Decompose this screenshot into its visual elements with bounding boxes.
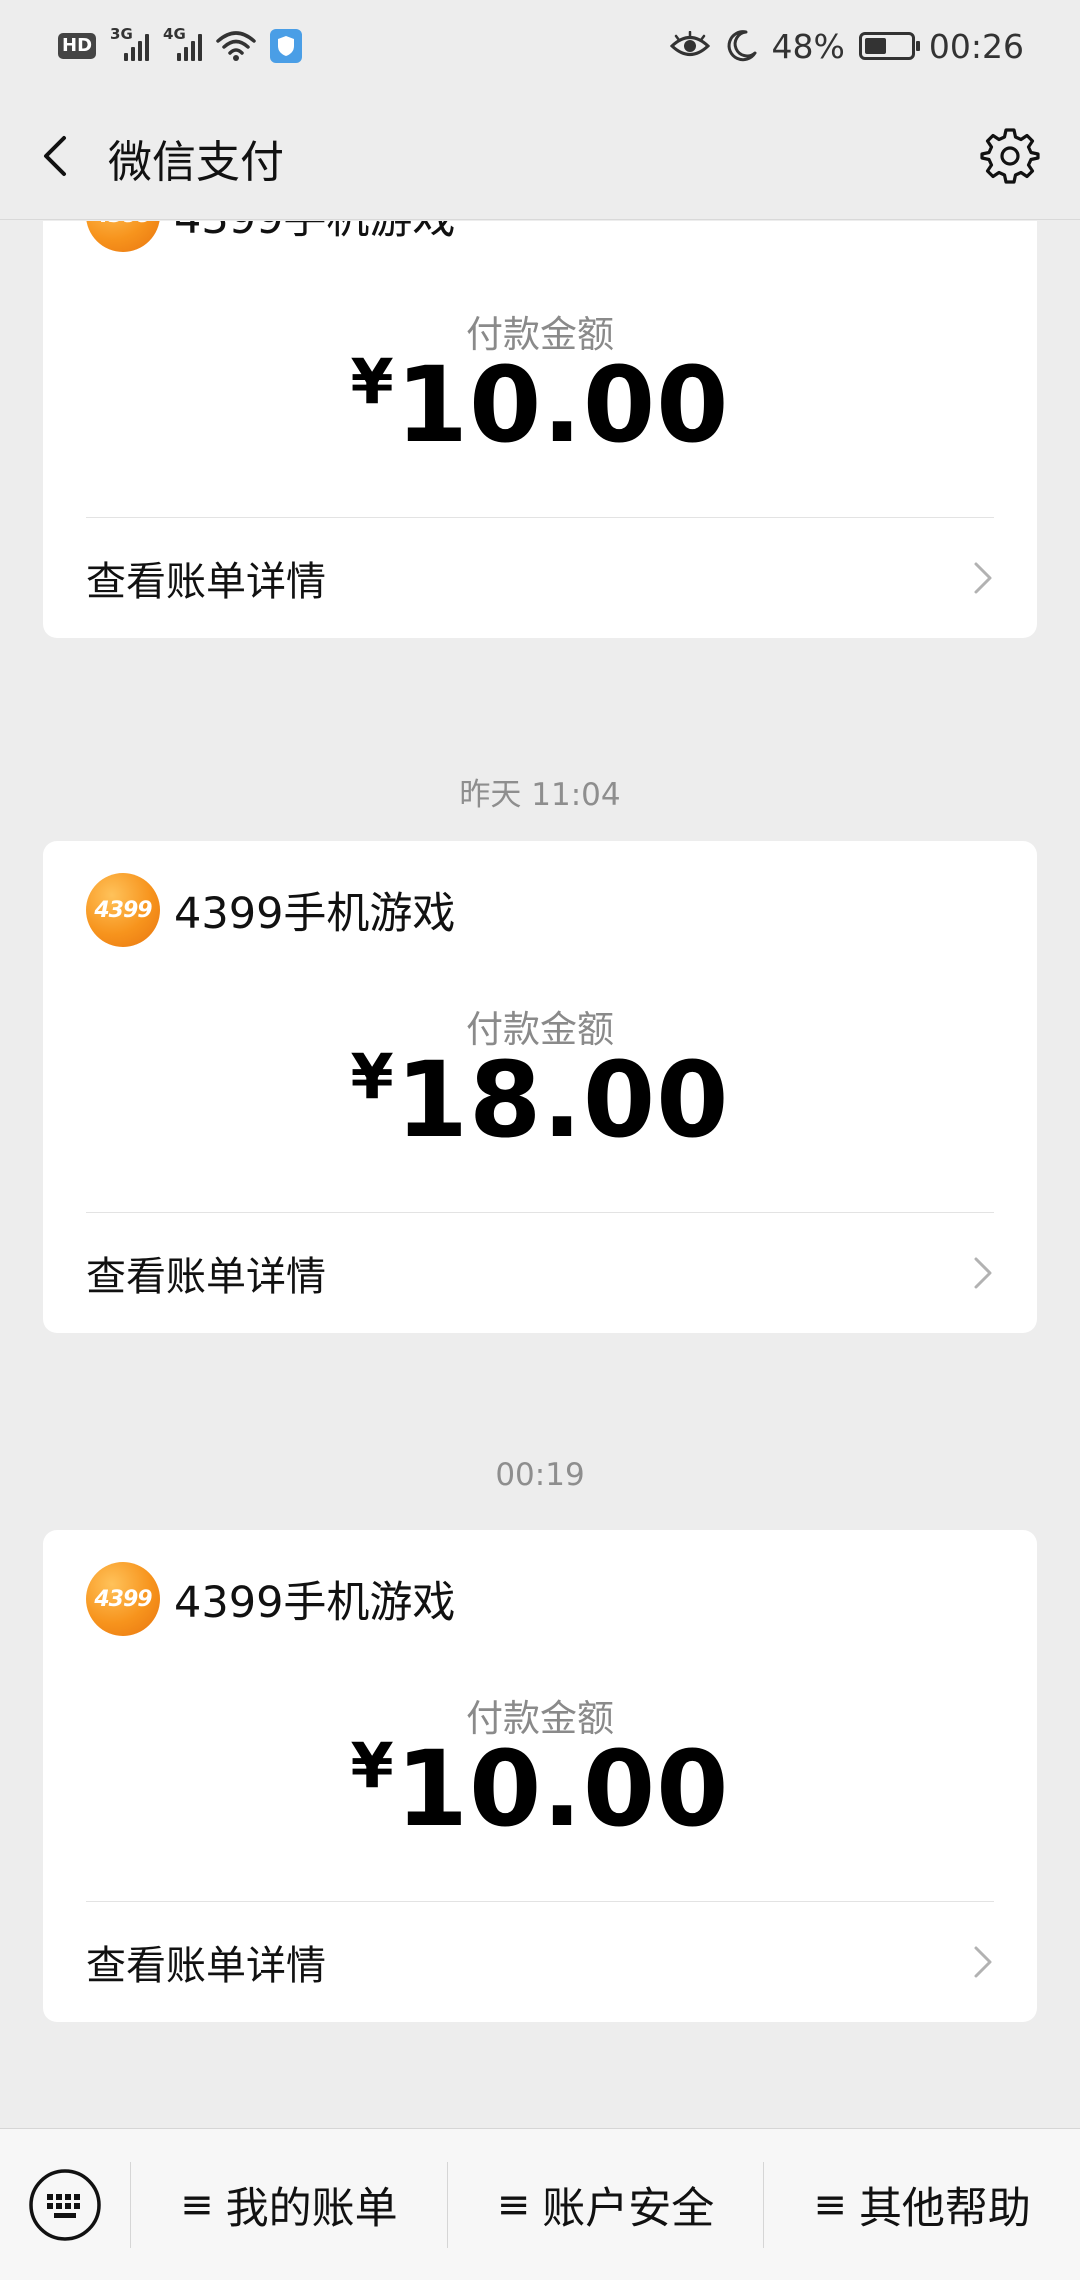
- view-bill-details-label: 查看账单详情: [86, 559, 326, 605]
- menu-icon: ≡: [813, 2181, 847, 2228]
- shield-icon: [270, 29, 303, 63]
- payment-amount: ¥18.00: [43, 1039, 1037, 1161]
- view-bill-details-label: 查看账单详情: [86, 1254, 326, 1300]
- menu-my-bills[interactable]: ≡ 我的账单: [131, 2129, 447, 2280]
- amount-value: 10.00: [395, 344, 730, 466]
- status-bar: HD 3G 4G 48% 00:26: [0, 0, 1080, 92]
- merchant-name: 4399手机游戏: [174, 221, 455, 246]
- chevron-right-icon: [974, 1257, 992, 1289]
- menu-account-security[interactable]: ≡ 账户安全: [448, 2129, 764, 2280]
- bottom-menu-bar: ≡ 我的账单 ≡ 账户安全 ≡ 其他帮助: [0, 2128, 1080, 2280]
- payment-card: 4399 4399手机游戏 付款金额 ¥10.00 查看账单详情: [43, 221, 1037, 638]
- menu-icon: ≡: [496, 2181, 531, 2228]
- view-bill-details-button[interactable]: 查看账单详情: [43, 1902, 1037, 2022]
- merchant-name: 4399手机游戏: [174, 889, 456, 939]
- hd-badge: HD: [58, 33, 97, 59]
- moon-icon: [727, 30, 757, 62]
- merchant-logo: 4399: [86, 873, 160, 947]
- merchant-name: 4399手机游戏: [174, 1578, 456, 1628]
- merchant-logo: 4399: [86, 1562, 160, 1636]
- signal-icon-4g: 4G: [163, 25, 203, 61]
- keyboard-icon: [29, 2168, 101, 2241]
- message-timestamp: 昨天 11:04: [459, 777, 621, 813]
- payment-card: 4399 4399手机游戏 付款金额 ¥18.00 查看账单详情: [43, 841, 1037, 1333]
- menu-label: 账户安全: [542, 2183, 715, 2234]
- message-timestamp: 00:19: [495, 1457, 585, 1493]
- signal-icon-3g: 3G: [110, 25, 150, 61]
- menu-icon: ≡: [180, 2181, 214, 2228]
- settings-button[interactable]: [980, 126, 1040, 186]
- battery-icon: [858, 32, 920, 60]
- amount-value: 10.00: [395, 1728, 730, 1850]
- chevron-right-icon: [974, 562, 992, 594]
- network-type-3g: 3G: [110, 25, 133, 43]
- page-title: 微信支付: [108, 137, 284, 188]
- status-bar-left: HD 3G 4G: [58, 25, 303, 63]
- gear-icon: [980, 128, 1040, 184]
- network-type-4g: 4G: [163, 25, 186, 43]
- wifi-icon: [216, 31, 256, 61]
- chevron-left-icon: [44, 136, 66, 176]
- chevron-right-icon: [974, 1946, 992, 1978]
- message-list[interactable]: 4399 4399手机游戏 付款金额 ¥10.00 查看账单详情 昨天 11:0…: [0, 221, 1080, 2128]
- battery-level: [864, 38, 886, 54]
- payment-amount: ¥10.00: [43, 344, 1037, 466]
- merchant-row: 4399 4399手机游戏: [86, 873, 455, 947]
- battery-percent: 48%: [771, 26, 845, 66]
- eye-icon: [669, 31, 710, 56]
- view-bill-details-label: 查看账单详情: [86, 1943, 326, 1989]
- back-button[interactable]: [34, 126, 74, 186]
- clock: 00:26: [928, 26, 1024, 66]
- view-bill-details-button[interactable]: 查看账单详情: [43, 1213, 1037, 1333]
- wechat-pay-screen: HD 3G 4G 48% 00:26 微信支付 付款金额 ¥10.00 查看账单…: [0, 0, 1080, 2280]
- merchant-row: 4399 4399手机游戏: [86, 1562, 455, 1636]
- payment-amount: ¥10.00: [43, 1728, 1037, 1850]
- menu-label: 其他帮助: [858, 2183, 1031, 2234]
- currency-symbol: ¥: [350, 1040, 394, 1113]
- merchant-row: 4399 4399手机游戏: [86, 221, 455, 252]
- currency-symbol: ¥: [350, 1729, 394, 1802]
- nav-header: 微信支付: [0, 92, 1080, 220]
- amount-value: 18.00: [395, 1039, 730, 1161]
- currency-symbol: ¥: [350, 345, 394, 418]
- view-bill-details-button[interactable]: 查看账单详情: [43, 518, 1037, 638]
- keyboard-toggle-button[interactable]: [0, 2129, 130, 2280]
- menu-other-help[interactable]: ≡ 其他帮助: [764, 2129, 1080, 2280]
- menu-label: 我的账单: [225, 2183, 398, 2234]
- merchant-logo: 4399: [86, 221, 160, 252]
- status-bar-right: 48% 00:26: [669, 26, 1024, 66]
- payment-card: 4399 4399手机游戏 付款金额 ¥10.00 查看账单详情: [43, 1530, 1037, 2022]
